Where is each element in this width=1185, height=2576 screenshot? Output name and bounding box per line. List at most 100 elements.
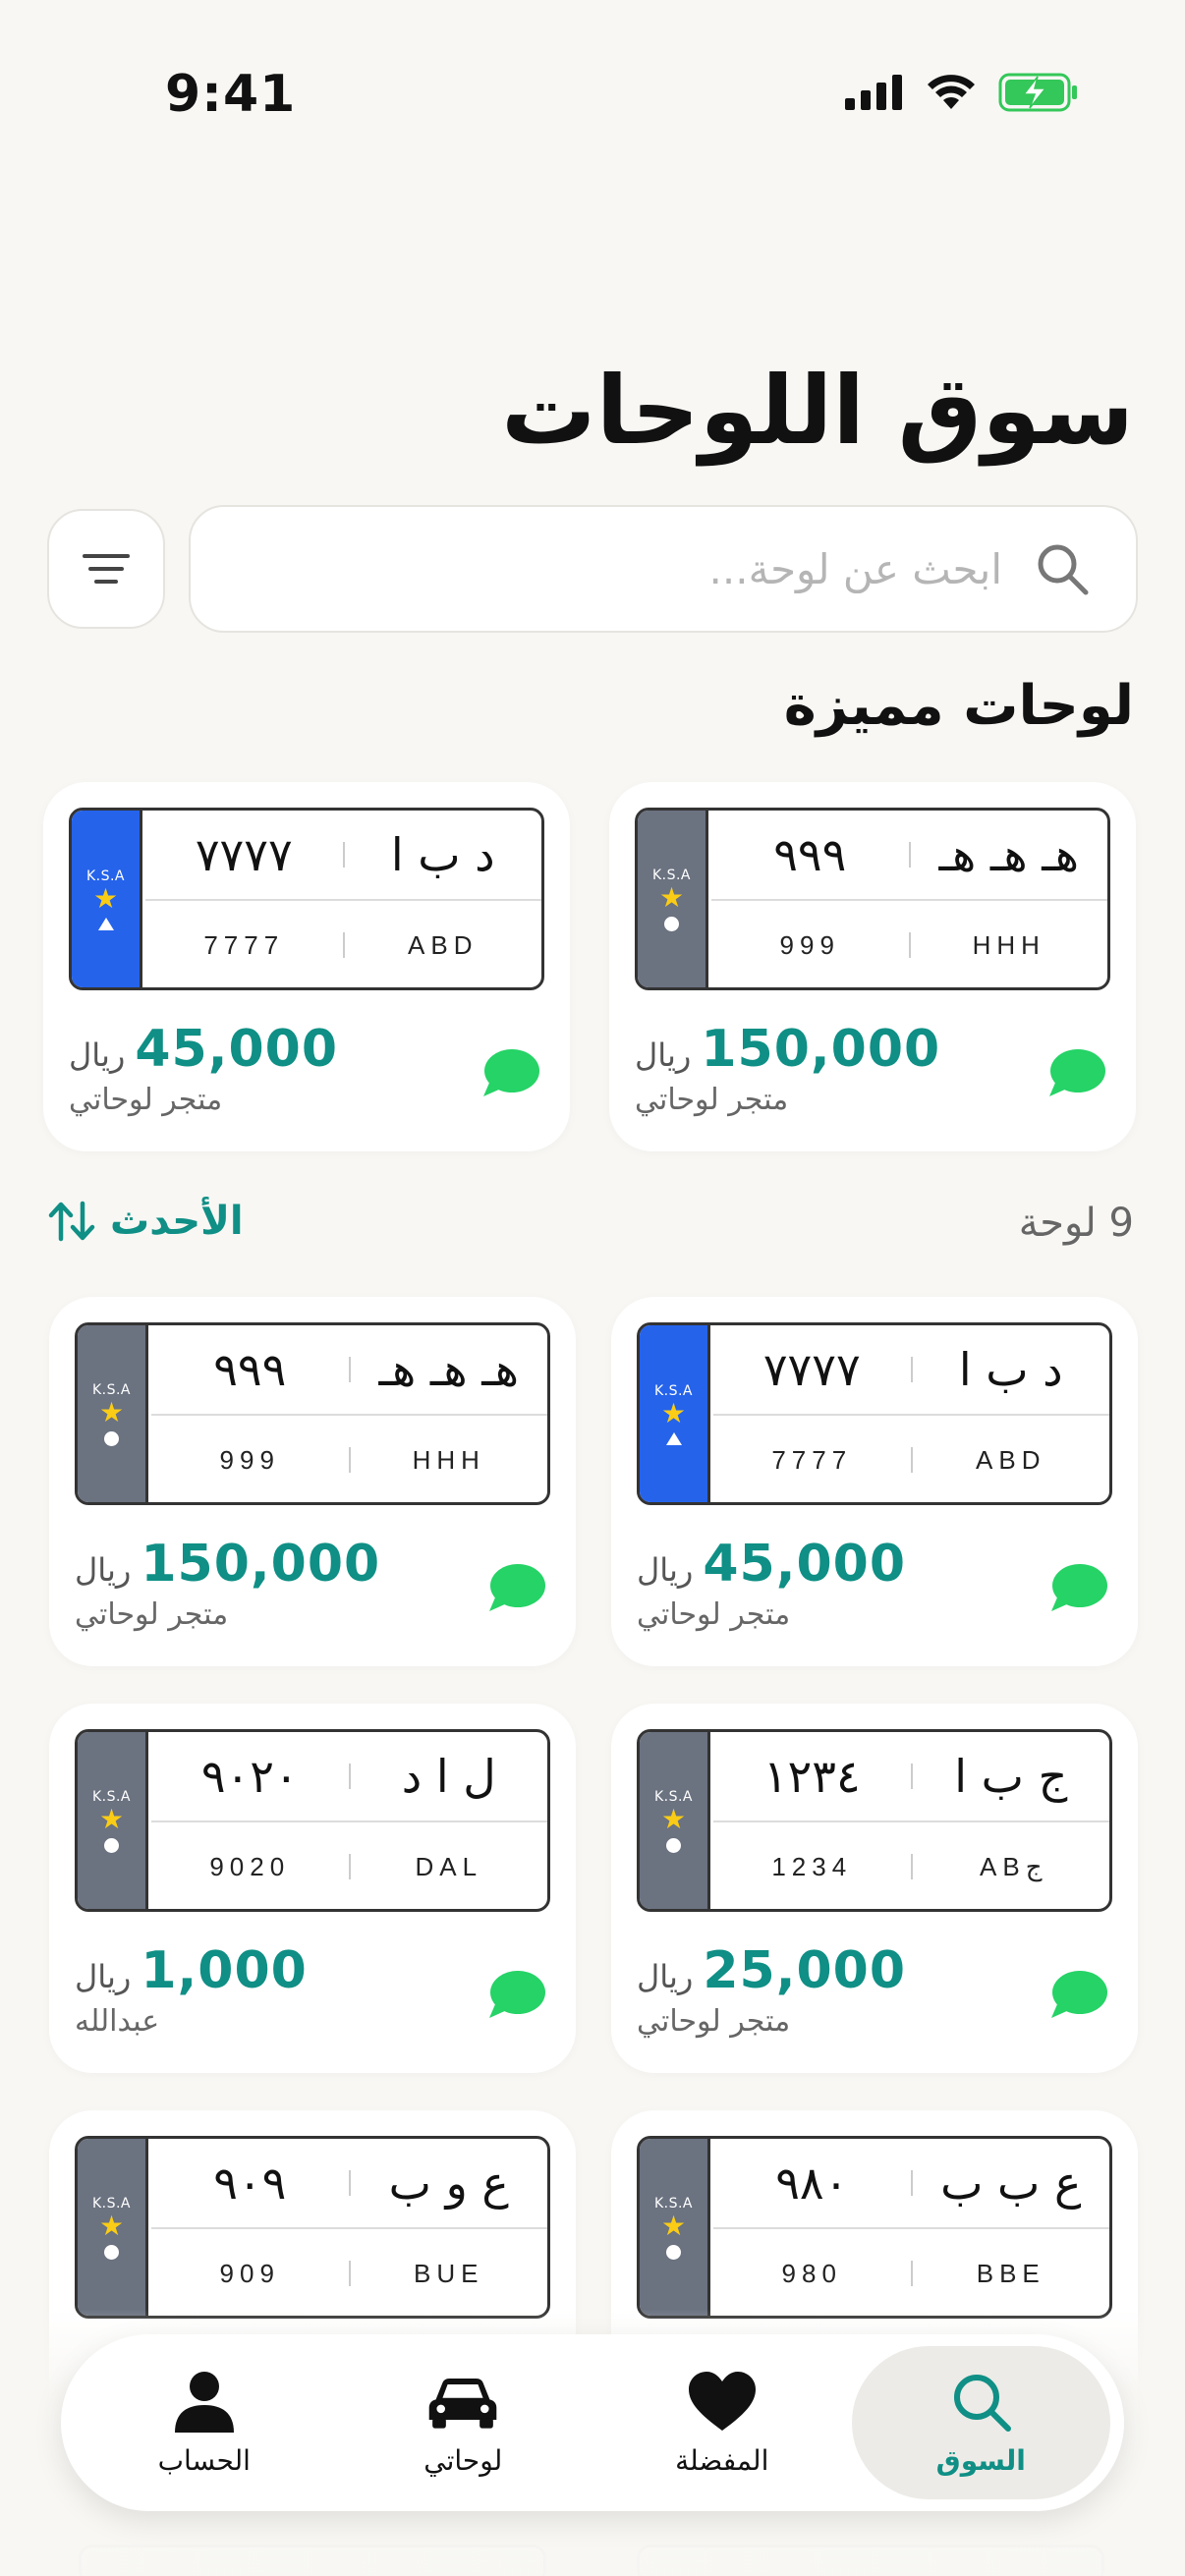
plate-letters-ar: هـ هـ هـ: [938, 828, 1079, 881]
plate-letters-ar: د ب ا: [958, 1343, 1063, 1396]
listing-card[interactable]: K.S.A ★ ١٢٣٤ ج ب ا 1234 ABج ريال 25,000: [611, 1704, 1138, 2073]
person-icon: [174, 2371, 234, 2433]
plate-dot-icon: [104, 1430, 119, 1446]
signal-icon: [845, 75, 902, 110]
license-plate: K.S.A ★ ٩٩٩ هـ هـ هـ 999 HHH: [75, 1322, 550, 1505]
price: ريال 150,000: [635, 1020, 940, 1079]
chat-bubble-icon[interactable]: [1049, 1562, 1108, 1613]
nav-item-market[interactable]: السوق: [851, 2346, 1110, 2499]
plate-side-strip: K.S.A ★: [78, 2139, 148, 2316]
star-icon: ★: [98, 1802, 125, 1835]
star-icon: ★: [660, 1802, 687, 1835]
plate-dot-icon: [104, 1837, 119, 1853]
plate-numbers-ar: ٧٧٧٧: [762, 1343, 861, 1396]
plate-side-strip: K.S.A ★: [638, 811, 708, 987]
chat-bubble-icon[interactable]: [481, 1047, 540, 1098]
price-value: 45,000: [135, 1020, 339, 1079]
nav-item-my-plates[interactable]: لوحاتي: [334, 2346, 593, 2499]
plate-letters-en: ABج: [980, 1851, 1043, 1881]
chat-bubble-icon[interactable]: [1049, 1969, 1108, 2020]
price-currency: ريال: [75, 1958, 132, 1995]
plate-side-strip: K.S.A ★: [72, 811, 142, 987]
plate-triangle-icon: [665, 1431, 682, 1445]
nav-label-market: السوق: [935, 2443, 1026, 2477]
status-icons: [845, 73, 1079, 112]
seller-name: متجر لوحاتي: [637, 2004, 791, 2039]
seller-name: متجر لوحاتي: [69, 1083, 223, 1117]
plate-side-strip: K.S.A ★: [78, 1732, 148, 1909]
plate-numbers-en: 999: [779, 929, 840, 960]
plate-dot-icon: [104, 2244, 119, 2260]
seller-name: متجر لوحاتي: [635, 1083, 789, 1117]
filter-button[interactable]: [47, 509, 165, 629]
listing-card[interactable]: K.S.A ★ ٧٧٧٧ د ب ا 7777 ABD ريال 45,000: [611, 1297, 1138, 1666]
plate-numbers-en: 9020: [209, 1851, 291, 1881]
seller-name: متجر لوحاتي: [637, 1597, 791, 1632]
plate-dot-icon: [666, 1837, 681, 1853]
price-value: 150,000: [141, 1535, 381, 1594]
plate-numbers-en: 909: [219, 2258, 280, 2288]
price-currency: ريال: [637, 1958, 694, 1995]
plate-letters-ar: ج ب ا: [954, 1750, 1068, 1803]
results-count: 9 لوحة: [1018, 1201, 1134, 1246]
price-currency: ريال: [637, 1551, 694, 1589]
price: ريال 1,000: [75, 1941, 308, 2000]
seller-name: عبدالله: [75, 2004, 160, 2039]
listing-card[interactable]: K.S.A ★ ٩٩٩ هـ هـ هـ 999 HHH ريال 150,00…: [49, 1297, 576, 1666]
plate-numbers-ar: ٩٩٩: [213, 1343, 287, 1396]
price-currency: ريال: [69, 1036, 126, 1074]
plate-numbers-ar: ١٢٣٤: [762, 1750, 861, 1803]
nav-label-favorites: المفضلة: [675, 2443, 769, 2477]
search-bar[interactable]: [189, 505, 1138, 633]
chat-bubble-icon[interactable]: [1047, 1047, 1106, 1098]
plate-numbers-ar: ٩٠٩: [213, 2156, 287, 2210]
license-plate: K.S.A ★ ١٢٣٤ ج ب ا 1234 ABج: [637, 1729, 1112, 1912]
search-icon: [954, 2374, 1012, 2432]
plate-numbers-en: 999: [219, 1444, 280, 1475]
nav-item-favorites[interactable]: المفضلة: [592, 2346, 852, 2499]
featured-card[interactable]: K.S.A ★ ٩٩٩ هـ هـ هـ 999 HHH ريال 150,00…: [609, 782, 1136, 1151]
star-icon: ★: [98, 1395, 125, 1428]
star-icon: ★: [660, 2209, 687, 2242]
plate-letters-en: DAL: [415, 1851, 483, 1881]
market-screen: 9:41 سوق اللوحات ابحث عن لوحة... لوحات م…: [0, 0, 1185, 2576]
license-plate: K.S.A ★ ٩٠٢٠ ل ا د 9020 DAL: [75, 1729, 550, 1912]
plate-side-strip: K.S.A ★: [640, 1325, 710, 1502]
price-currency: ريال: [635, 1036, 692, 1074]
license-plate: K.S.A ★ ٧٧٧٧ د ب ا 7777 ABD: [637, 1322, 1112, 1505]
price: ريال 45,000: [637, 1535, 906, 1594]
bottom-nav: السوق المفضلة لوحاتي الحساب: [61, 2334, 1124, 2511]
star-icon: ★: [92, 881, 119, 915]
featured-section-title: لوحات مميزة: [783, 674, 1134, 738]
plate-dot-icon: [666, 2244, 681, 2260]
plate-side-strip: K.S.A ★: [640, 1732, 710, 1909]
car-icon: [428, 2378, 497, 2429]
sort-arrows-icon: [48, 1201, 95, 1242]
search-input[interactable]: [230, 507, 1002, 631]
plate-numbers-en: 7777: [203, 929, 285, 960]
listing-card[interactable]: K.S.A ★ ٩٠٢٠ ل ا د 9020 DAL ريال 1,000 ع…: [49, 1704, 576, 2073]
plate-numbers-en: 1234: [771, 1851, 853, 1881]
price-currency: ريال: [75, 1551, 132, 1589]
license-plate: K.S.A ★ ٩٩٩ هـ هـ هـ 999 HHH: [635, 808, 1110, 990]
nav-item-account[interactable]: الحساب: [75, 2346, 334, 2499]
plate-side-strip: K.S.A ★: [640, 2139, 710, 2316]
sort-button[interactable]: الأحدث: [47, 1199, 244, 1244]
plate-letters-ar: د ب ا: [390, 828, 495, 881]
sort-label: الأحدث: [110, 1199, 244, 1244]
seller-name: متجر لوحاتي: [75, 1597, 229, 1632]
plate-letters-ar: ع ب ب: [940, 2156, 1082, 2210]
price: ريال 45,000: [69, 1020, 338, 1079]
plate-dot-icon: [664, 916, 679, 931]
featured-card[interactable]: K.S.A ★ ٧٧٧٧ د ب ا 7777 ABD ريال 45,000: [43, 782, 570, 1151]
chat-bubble-icon[interactable]: [487, 1969, 546, 2020]
page-title: سوق اللوحات: [501, 356, 1135, 466]
plate-triangle-icon: [97, 917, 114, 930]
search-icon: [1038, 544, 1089, 595]
wifi-icon: [928, 75, 975, 109]
plate-letters-ar: ل ا د: [401, 1750, 496, 1803]
status-time: 9:41: [165, 65, 297, 124]
plate-letters-en: BUE: [414, 2258, 484, 2288]
chat-bubble-icon[interactable]: [487, 1562, 546, 1613]
plate-numbers-en: 7777: [771, 1444, 853, 1475]
